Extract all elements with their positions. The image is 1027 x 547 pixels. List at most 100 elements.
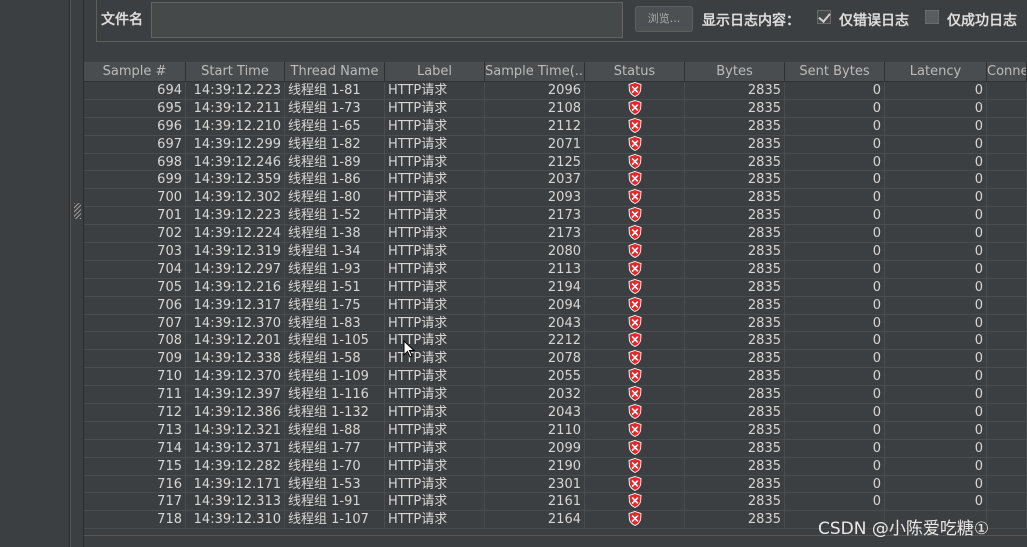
table-row[interactable]: 699 14:39:12.359 线程组 1-86 HTTP请求 2037 2835 0 0 [84,171,1027,190]
table-row[interactable]: 698 14:39:12.246 线程组 1-89 HTTP请求 2125 2835 0 0 [84,153,1027,172]
cell-sample-time: 2108 [485,99,585,118]
cell-sent-bytes: 0 [785,207,885,226]
table-row[interactable]: 708 14:39:12.201 线程组 1-105 HTTP请求 2212 2835 0 0 [84,332,1027,351]
header-col-start-time[interactable]: Start Time [186,62,285,82]
table-row[interactable]: 714 14:39:12.371 线程组 1-77 HTTP请求 2099 2835 0 0 [84,439,1027,458]
table-row[interactable]: 706 14:39:12.317 线程组 1-75 HTTP请求 2094 2835 0 0 [84,296,1027,315]
cell-sent-bytes: 0 [785,332,885,351]
header-col-status[interactable]: Status [585,62,685,82]
cell-latency: 0 [885,314,987,333]
cell-start-time: 14:39:12.216 [186,278,285,297]
cell-thread-name: 线程组 1-65 [285,117,385,136]
cell-latency: 0 [885,117,987,136]
table-row[interactable]: 695 14:39:12.211 线程组 1-73 HTTP请求 2108 2835 0 0 [84,99,1027,118]
header-col-label[interactable]: Label [385,62,485,82]
cell-bytes: 2835 [685,99,785,118]
left-tree-panel[interactable] [0,0,70,547]
header-col-connect[interactable]: Conne [987,62,1027,82]
cell-bytes: 2835 [685,511,785,530]
table-row[interactable]: 716 14:39:12.171 线程组 1-53 HTTP请求 2301 2835 0 0 [84,475,1027,494]
cell-sample-number: 699 [84,171,186,190]
cell-latency: 0 [885,368,987,387]
filename-label: 文件名 [101,12,143,28]
cell-bytes: 2835 [685,457,785,476]
file-panel: 文件名 浏览... 显示日志内容： 仅错误日志 仅成功日志 [96,0,1027,42]
results-table: Sample # Start Time Thread Name Label Sample… [84,62,1027,530]
header-col-thread-name[interactable]: Thread Name [285,62,385,82]
cell-latency: 0 [885,153,987,172]
main-panel: 文件名 浏览... 显示日志内容： 仅错误日志 仅成功日志 Sample # St… [84,0,1027,547]
table-row[interactable]: 717 14:39:12.313 线程组 1-91 HTTP请求 2161 2835 0 0 [84,493,1027,512]
cell-latency: 0 [885,475,987,494]
cell-status [585,475,685,494]
header-col-bytes[interactable]: Bytes [685,62,785,82]
table-row[interactable]: 694 14:39:12.223 线程组 1-81 HTTP请求 2096 2835 0 0 [84,82,1027,100]
header-col-sample-number[interactable]: Sample # [84,62,186,82]
cell-sample-time: 2099 [485,439,585,458]
browse-button[interactable]: 浏览... [635,6,693,32]
filename-input[interactable] [151,2,623,38]
table-row[interactable]: 707 14:39:12.370 线程组 1-83 HTTP请求 2043 2835 0 0 [84,314,1027,333]
cell-label: HTTP请求 [385,421,485,440]
table-row[interactable]: 715 14:39:12.282 线程组 1-70 HTTP请求 2190 2835 0 0 [84,457,1027,476]
table-row[interactable]: 712 14:39:12.386 线程组 1-132 HTTP请求 2043 2835 0 0 [84,404,1027,422]
table-row[interactable]: 696 14:39:12.210 线程组 1-65 HTTP请求 2112 2835 0 0 [84,117,1027,136]
success-only-checkbox[interactable] [925,10,939,24]
cell-label: HTTP请求 [385,278,485,297]
table-row[interactable]: 702 14:39:12.224 线程组 1-38 HTTP请求 2173 2835 0 0 [84,225,1027,244]
panel-splitter[interactable] [70,0,84,547]
header-col-latency[interactable]: Latency [885,62,987,82]
error-shield-icon [628,296,642,312]
splitter-grip-icon[interactable] [74,203,81,219]
cell-bytes: 2835 [685,278,785,297]
table-row[interactable]: 705 14:39:12.216 线程组 1-51 HTTP请求 2194 2835 0 0 [84,278,1027,297]
cell-sent-bytes: 0 [785,386,885,405]
table-row[interactable]: 703 14:39:12.319 线程组 1-34 HTTP请求 2080 2835 0 0 [84,243,1027,261]
cell-sample-number: 707 [84,314,186,333]
table-row[interactable]: 704 14:39:12.297 线程组 1-93 HTTP请求 2113 2835 0 0 [84,260,1027,279]
success-only-label[interactable]: 仅成功日志 [947,10,1017,30]
cell-start-time: 14:39:12.370 [186,368,285,387]
cell-connect [987,368,1027,387]
cell-sample-time: 2161 [485,493,585,512]
cell-label: HTTP请求 [385,99,485,118]
cell-connect [987,153,1027,172]
cell-connect [987,225,1027,244]
cell-start-time: 14:39:12.299 [186,135,285,154]
cell-sent-bytes: 0 [785,99,885,118]
cell-sent-bytes: 0 [785,296,885,315]
cell-latency: 0 [885,296,987,315]
cell-latency: 0 [885,350,987,369]
header-col-sample-time[interactable]: Sample Time(... [485,62,585,82]
cell-start-time: 14:39:12.319 [186,243,285,261]
cell-start-time: 14:39:12.201 [186,332,285,351]
cell-status [585,296,685,315]
cell-start-time: 14:39:12.321 [186,421,285,440]
cell-start-time: 14:39:12.246 [186,153,285,172]
cell-sent-bytes: 0 [785,457,885,476]
cell-sent-bytes: 0 [785,368,885,387]
errors-only-checkbox[interactable] [817,10,831,24]
cell-bytes: 2835 [685,153,785,172]
cell-thread-name: 线程组 1-88 [285,421,385,440]
cell-sample-time: 2194 [485,278,585,297]
table-row[interactable]: 709 14:39:12.338 线程组 1-58 HTTP请求 2078 2835 0 0 [84,350,1027,369]
table-row[interactable]: 713 14:39:12.321 线程组 1-88 HTTP请求 2110 2835 0 0 [84,421,1027,440]
errors-only-label[interactable]: 仅错误日志 [839,10,909,30]
cell-thread-name: 线程组 1-80 [285,189,385,208]
cell-thread-name: 线程组 1-75 [285,296,385,315]
cell-connect [987,171,1027,190]
table-row[interactable]: 701 14:39:12.223 线程组 1-52 HTTP请求 2173 2835 0 0 [84,207,1027,226]
cell-label: HTTP请求 [385,511,485,530]
table-row[interactable]: 710 14:39:12.370 线程组 1-109 HTTP请求 2055 2835 0 0 [84,368,1027,387]
cell-label: HTTP请求 [385,189,485,208]
cell-bytes: 2835 [685,207,785,226]
table-row[interactable]: 700 14:39:12.302 线程组 1-80 HTTP请求 2093 2835 0 0 [84,189,1027,208]
table-row[interactable]: 711 14:39:12.397 线程组 1-116 HTTP请求 2032 2835 0 0 [84,386,1027,405]
cell-latency: 0 [885,243,987,261]
cell-sample-time: 2043 [485,314,585,333]
cell-status [585,314,685,333]
header-col-sent-bytes[interactable]: Sent Bytes [785,62,885,82]
cell-status [585,511,685,530]
table-row[interactable]: 697 14:39:12.299 线程组 1-82 HTTP请求 2071 2835 0 0 [84,135,1027,154]
